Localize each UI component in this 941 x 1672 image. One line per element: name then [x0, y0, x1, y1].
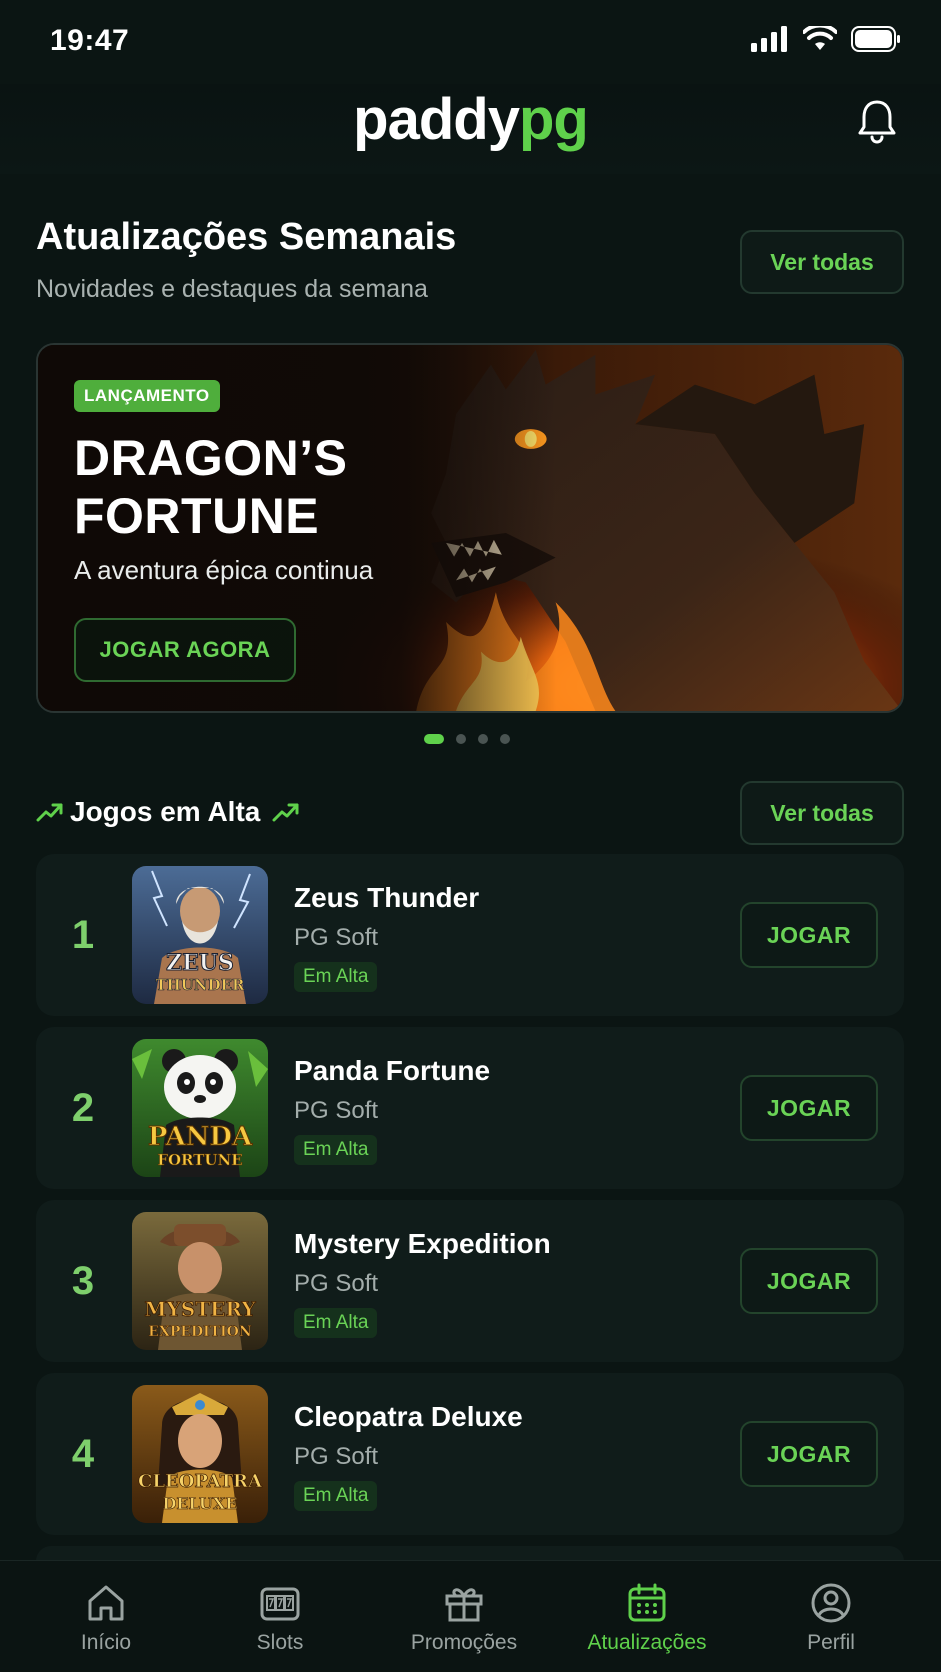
view-all-trending-button[interactable]: Ver todas: [740, 781, 904, 845]
game-provider: PG Soft: [294, 1270, 379, 1297]
game-rank: 3: [71, 1258, 95, 1303]
carousel-dot[interactable]: [478, 734, 488, 744]
nav-item-perfil[interactable]: Perfil: [737, 1561, 925, 1672]
app-logo[interactable]: paddypg: [0, 86, 941, 153]
thumb-text: ZEUS: [166, 950, 234, 976]
game-row[interactable]: 2 PANDA FORTUNE Panda Fortune PG Soft Em…: [36, 1027, 904, 1189]
nav-label: Atualizações: [587, 1631, 707, 1654]
thumb-text: EXPEDITION: [148, 1324, 252, 1340]
game-name: Mystery Expedition: [294, 1228, 551, 1259]
user-icon: [811, 1583, 851, 1623]
banner-title: DRAGON’S FORTUNE: [74, 430, 348, 544]
game-row[interactable]: 4 CLEOPATRA DELUXE Cleopatra Deluxe PG S…: [36, 1373, 904, 1535]
thumb-text: THUNDER: [155, 976, 245, 994]
hot-badge: Em Alta: [294, 962, 378, 992]
game-rank: 2: [71, 1085, 95, 1130]
status-time: 19:47: [50, 24, 130, 57]
game-provider: PG Soft: [294, 1097, 379, 1124]
thumb-text: CLEOPATRA: [138, 1471, 263, 1492]
hot-badge: Em Alta: [294, 1481, 378, 1511]
section-subtitle-weekly: Novidades e destaques da semana: [36, 275, 428, 303]
status-bar: 19:47: [0, 0, 941, 84]
game-provider: PG Soft: [294, 924, 379, 951]
mystery-expedition-thumbnail[interactable]: MYSTERY EXPEDITION: [132, 1212, 268, 1350]
play-button[interactable]: JOGAR: [740, 1248, 878, 1314]
bell-icon[interactable]: [855, 98, 899, 144]
bottom-nav: Início Slots Promoções Atualizações Perf…: [0, 1560, 941, 1672]
play-button[interactable]: JOGAR: [740, 1075, 878, 1141]
logo-text-green: pg: [518, 87, 589, 152]
game-provider: PG Soft: [294, 1443, 379, 1470]
slot-machine-icon: [260, 1587, 300, 1621]
nav-label: Perfil: [807, 1631, 855, 1654]
game-name: Panda Fortune: [294, 1055, 491, 1086]
game-row[interactable]: 3 MYSTERY EXPEDITION Mystery Expedition …: [36, 1200, 904, 1362]
nav-label: Promoções: [410, 1631, 518, 1654]
trending-title-text: Jogos em Alta: [70, 796, 261, 827]
trending-title: Jogos em Alta: [36, 796, 302, 828]
nav-item-promocoes[interactable]: Promoções: [370, 1561, 558, 1672]
gift-icon: [445, 1588, 483, 1622]
panda-fortune-thumbnail[interactable]: PANDA FORTUNE: [132, 1039, 268, 1177]
zeus-thunder-thumbnail[interactable]: ZEUS THUNDER: [132, 866, 268, 1004]
battery-icon: [851, 26, 900, 52]
play-button[interactable]: JOGAR: [740, 902, 878, 968]
nav-label: Slots: [256, 1631, 304, 1654]
home-icon: [88, 1585, 124, 1621]
thumb-text: DELUXE: [162, 1494, 237, 1513]
carousel-dot[interactable]: [424, 734, 444, 744]
play-now-button[interactable]: JOGAR AGORA: [74, 618, 296, 682]
cleopatra-deluxe-thumbnail[interactable]: CLEOPATRA DELUXE: [132, 1385, 268, 1523]
thumb-text: MYSTERY: [144, 1297, 256, 1321]
signal-icon: [751, 26, 787, 52]
thumb-text: FORTUNE: [157, 1151, 242, 1169]
view-all-weekly-button[interactable]: Ver todas: [740, 230, 904, 294]
game-row[interactable]: 1 ZEUS THUNDER Zeus Thunder PG Soft Em A…: [36, 854, 904, 1016]
logo-text-white: paddy: [353, 87, 520, 152]
trending-up-icon: [272, 803, 299, 822]
nav-item-inicio[interactable]: Início: [12, 1561, 200, 1672]
carousel-dots: [424, 734, 510, 744]
nav-item-atualizacoes[interactable]: Atualizações: [553, 1561, 741, 1672]
hot-badge: Em Alta: [294, 1308, 378, 1338]
nav-label: Início: [80, 1631, 132, 1654]
game-rank: 1: [71, 912, 95, 957]
carousel-dot[interactable]: [456, 734, 466, 744]
section-title-weekly: Atualizações Semanais: [36, 216, 457, 258]
banner-subtitle: A aventura épica continua: [74, 555, 374, 585]
game-name: Zeus Thunder: [294, 882, 480, 913]
app-header: paddypg: [0, 84, 941, 174]
hot-badge: Em Alta: [294, 1135, 378, 1165]
status-icons: [751, 26, 901, 52]
game-rank: 4: [71, 1431, 95, 1476]
play-button[interactable]: JOGAR: [740, 1421, 878, 1487]
carousel-dot[interactable]: [500, 734, 510, 744]
game-name: Cleopatra Deluxe: [294, 1401, 523, 1432]
trending-up-icon: [36, 803, 63, 822]
nav-item-slots[interactable]: Slots: [186, 1561, 374, 1672]
calendar-icon: [628, 1583, 666, 1622]
thumb-text: PANDA: [148, 1122, 253, 1152]
wifi-icon: [803, 26, 837, 50]
featured-banner[interactable]: LANÇAMENTO DRAGON’S FORTUNE A aventura é…: [36, 343, 904, 713]
launch-badge: LANÇAMENTO: [74, 380, 220, 412]
